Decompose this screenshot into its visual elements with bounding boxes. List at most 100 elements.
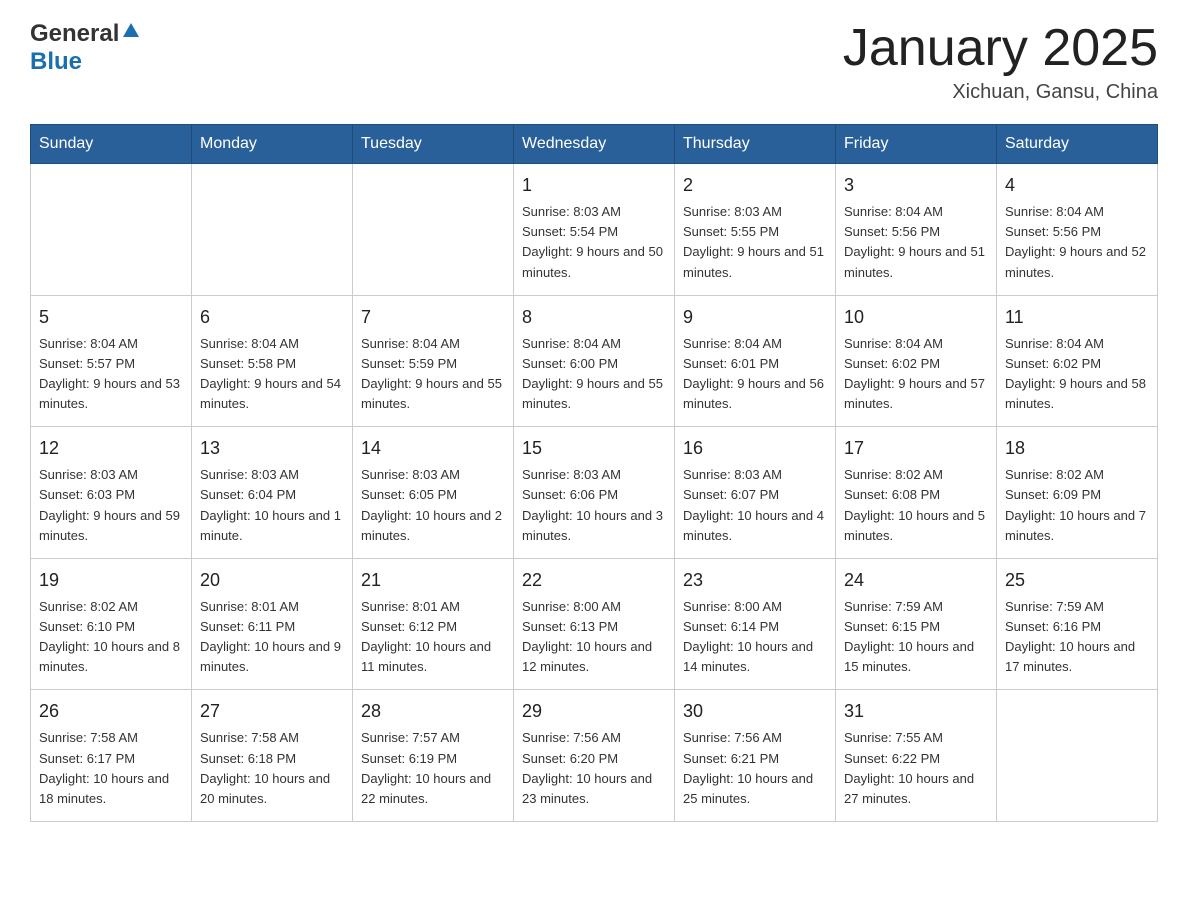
day-info: Sunrise: 8:04 AM Sunset: 6:00 PM Dayligh… <box>522 336 663 411</box>
day-number: 22 <box>522 567 666 594</box>
day-cell: 16Sunrise: 8:03 AM Sunset: 6:07 PM Dayli… <box>675 427 836 559</box>
day-number: 7 <box>361 304 505 331</box>
logo: General Blue <box>30 20 140 76</box>
day-info: Sunrise: 8:04 AM Sunset: 5:57 PM Dayligh… <box>39 336 180 411</box>
day-cell: 30Sunrise: 7:56 AM Sunset: 6:21 PM Dayli… <box>675 690 836 822</box>
day-cell: 31 Sunrise: 7:55 AM Sunset: 6:22 PM Dayli… <box>836 690 997 822</box>
day-info: Sunrise: 8:04 AM Sunset: 6:02 PM Dayligh… <box>1005 336 1146 411</box>
day-number: 18 <box>1005 435 1149 462</box>
day-info: Sunrise: 8:04 AM Sunset: 6:01 PM Dayligh… <box>683 336 824 411</box>
day-cell: 7 Sunrise: 8:04 AM Sunset: 5:59 PM Daylig… <box>353 295 514 427</box>
day-number: 23 <box>683 567 827 594</box>
day-number: 25 <box>1005 567 1149 594</box>
day-cell: 23Sunrise: 8:00 AM Sunset: 6:14 PM Dayli… <box>675 558 836 690</box>
header-cell-wednesday: Wednesday <box>514 125 675 164</box>
day-cell: 5 Sunrise: 8:04 AM Sunset: 5:57 PM Daylig… <box>31 295 192 427</box>
header-cell-thursday: Thursday <box>675 125 836 164</box>
day-cell: 15 Sunrise: 8:03 AM Sunset: 6:06 PM Dayli… <box>514 427 675 559</box>
day-number: 17 <box>844 435 988 462</box>
day-cell: 26 Sunrise: 7:58 AM Sunset: 6:17 PM Dayli… <box>31 690 192 822</box>
day-info: Sunrise: 8:00 AM Sunset: 6:13 PM Dayligh… <box>522 599 652 674</box>
week-row-1: 5 Sunrise: 8:04 AM Sunset: 5:57 PM Daylig… <box>31 295 1158 427</box>
day-info: Sunrise: 8:03 AM Sunset: 6:03 PM Dayligh… <box>39 467 180 542</box>
day-info: Sunrise: 8:04 AM Sunset: 6:02 PM Dayligh… <box>844 336 985 411</box>
title-block: January 2025 Xichuan, Gansu, China <box>843 20 1158 104</box>
day-cell: 29Sunrise: 7:56 AM Sunset: 6:20 PM Dayli… <box>514 690 675 822</box>
day-info: Sunrise: 8:01 AM Sunset: 6:12 PM Dayligh… <box>361 599 491 674</box>
day-number: 11 <box>1005 304 1149 331</box>
day-number: 16 <box>683 435 827 462</box>
header-cell-monday: Monday <box>192 125 353 164</box>
day-info: Sunrise: 8:03 AM Sunset: 6:05 PM Dayligh… <box>361 467 502 542</box>
week-row-4: 26 Sunrise: 7:58 AM Sunset: 6:17 PM Dayli… <box>31 690 1158 822</box>
day-info: Sunrise: 7:58 AM Sunset: 6:18 PM Dayligh… <box>200 730 330 805</box>
day-cell: 3 Sunrise: 8:04 AM Sunset: 5:56 PM Daylig… <box>836 164 997 296</box>
logo-triangle-icon <box>122 21 140 44</box>
day-number: 2 <box>683 172 827 199</box>
day-number: 1 <box>522 172 666 199</box>
day-cell: 19 Sunrise: 8:02 AM Sunset: 6:10 PM Dayli… <box>31 558 192 690</box>
week-row-0: 1 Sunrise: 8:03 AM Sunset: 5:54 PM Daylig… <box>31 164 1158 296</box>
day-info: Sunrise: 8:03 AM Sunset: 6:06 PM Dayligh… <box>522 467 663 542</box>
day-info: Sunrise: 8:04 AM Sunset: 5:56 PM Dayligh… <box>844 204 985 279</box>
week-row-3: 19 Sunrise: 8:02 AM Sunset: 6:10 PM Dayli… <box>31 558 1158 690</box>
day-info: Sunrise: 8:04 AM Sunset: 5:59 PM Dayligh… <box>361 336 502 411</box>
day-info: Sunrise: 8:04 AM Sunset: 5:58 PM Dayligh… <box>200 336 341 411</box>
day-number: 4 <box>1005 172 1149 199</box>
day-cell <box>353 164 514 296</box>
day-info: Sunrise: 8:02 AM Sunset: 6:09 PM Dayligh… <box>1005 467 1146 542</box>
day-number: 20 <box>200 567 344 594</box>
day-cell: 28 Sunrise: 7:57 AM Sunset: 6:19 PM Dayli… <box>353 690 514 822</box>
day-number: 13 <box>200 435 344 462</box>
day-info: Sunrise: 8:03 AM Sunset: 6:04 PM Dayligh… <box>200 467 341 542</box>
day-cell: 27 Sunrise: 7:58 AM Sunset: 6:18 PM Dayli… <box>192 690 353 822</box>
logo-blue-text: Blue <box>30 48 82 75</box>
day-info: Sunrise: 7:55 AM Sunset: 6:22 PM Dayligh… <box>844 730 974 805</box>
month-year-title: January 2025 <box>843 20 1158 77</box>
day-cell: 18 Sunrise: 8:02 AM Sunset: 6:09 PM Dayli… <box>997 427 1158 559</box>
day-cell: 1 Sunrise: 8:03 AM Sunset: 5:54 PM Daylig… <box>514 164 675 296</box>
day-cell: 24 Sunrise: 7:59 AM Sunset: 6:15 PM Dayli… <box>836 558 997 690</box>
logo-general-text: General <box>30 20 119 48</box>
day-info: Sunrise: 7:59 AM Sunset: 6:16 PM Dayligh… <box>1005 599 1135 674</box>
day-cell: 9 Sunrise: 8:04 AM Sunset: 6:01 PM Daylig… <box>675 295 836 427</box>
day-cell: 8Sunrise: 8:04 AM Sunset: 6:00 PM Daylig… <box>514 295 675 427</box>
header-cell-saturday: Saturday <box>997 125 1158 164</box>
day-number: 29 <box>522 698 666 725</box>
day-number: 24 <box>844 567 988 594</box>
day-number: 6 <box>200 304 344 331</box>
day-cell: 2Sunrise: 8:03 AM Sunset: 5:55 PM Daylig… <box>675 164 836 296</box>
day-number: 30 <box>683 698 827 725</box>
day-cell: 25 Sunrise: 7:59 AM Sunset: 6:16 PM Dayli… <box>997 558 1158 690</box>
day-info: Sunrise: 7:58 AM Sunset: 6:17 PM Dayligh… <box>39 730 169 805</box>
day-info: Sunrise: 8:02 AM Sunset: 6:08 PM Dayligh… <box>844 467 985 542</box>
day-number: 12 <box>39 435 183 462</box>
day-number: 26 <box>39 698 183 725</box>
day-number: 10 <box>844 304 988 331</box>
day-number: 3 <box>844 172 988 199</box>
calendar-body: 1 Sunrise: 8:03 AM Sunset: 5:54 PM Daylig… <box>31 164 1158 822</box>
day-number: 28 <box>361 698 505 725</box>
day-cell: 4Sunrise: 8:04 AM Sunset: 5:56 PM Daylig… <box>997 164 1158 296</box>
day-number: 15 <box>522 435 666 462</box>
day-number: 9 <box>683 304 827 331</box>
day-info: Sunrise: 7:57 AM Sunset: 6:19 PM Dayligh… <box>361 730 491 805</box>
day-cell: 22 Sunrise: 8:00 AM Sunset: 6:13 PM Dayli… <box>514 558 675 690</box>
header-cell-friday: Friday <box>836 125 997 164</box>
day-info: Sunrise: 7:59 AM Sunset: 6:15 PM Dayligh… <box>844 599 974 674</box>
day-number: 19 <box>39 567 183 594</box>
day-number: 31 <box>844 698 988 725</box>
day-number: 21 <box>361 567 505 594</box>
day-number: 14 <box>361 435 505 462</box>
day-info: Sunrise: 8:02 AM Sunset: 6:10 PM Dayligh… <box>39 599 180 674</box>
header-row: SundayMondayTuesdayWednesdayThursdayFrid… <box>31 125 1158 164</box>
header-cell-sunday: Sunday <box>31 125 192 164</box>
day-cell: 6 Sunrise: 8:04 AM Sunset: 5:58 PM Daylig… <box>192 295 353 427</box>
location-subtitle: Xichuan, Gansu, China <box>843 81 1158 104</box>
day-cell <box>997 690 1158 822</box>
day-number: 27 <box>200 698 344 725</box>
day-cell: 11 Sunrise: 8:04 AM Sunset: 6:02 PM Dayli… <box>997 295 1158 427</box>
day-cell <box>31 164 192 296</box>
day-number: 5 <box>39 304 183 331</box>
day-info: Sunrise: 8:03 AM Sunset: 5:54 PM Dayligh… <box>522 204 663 279</box>
